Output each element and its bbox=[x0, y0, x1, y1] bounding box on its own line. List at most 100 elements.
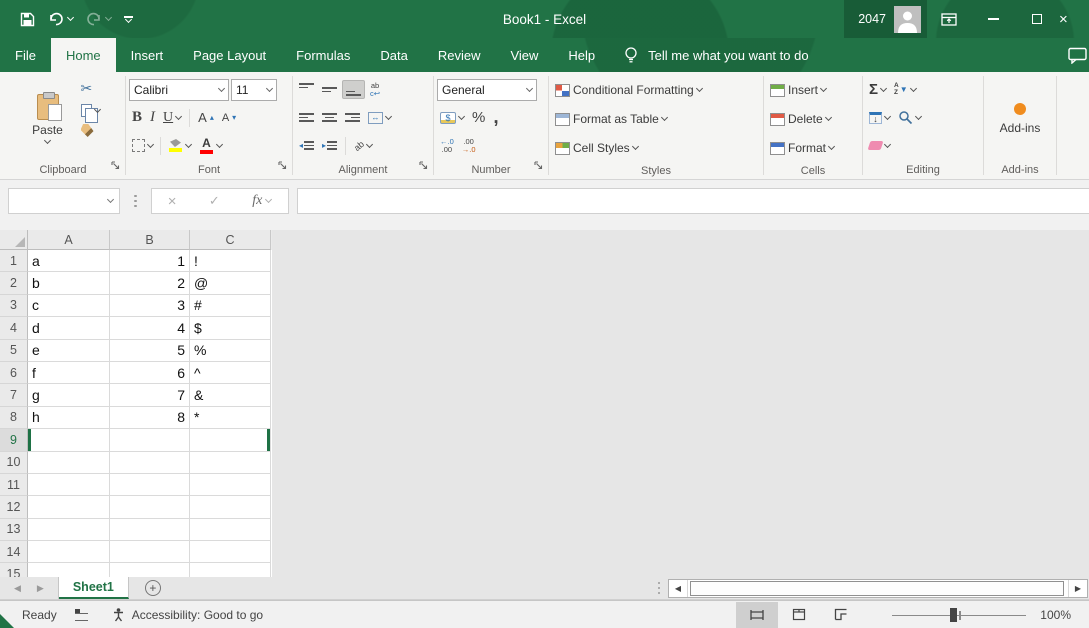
copy-button[interactable] bbox=[78, 102, 103, 119]
conditional-formatting-button[interactable]: Conditional Formatting bbox=[552, 81, 705, 99]
row-header[interactable]: 13 bbox=[0, 519, 28, 541]
zoom-level[interactable]: 100% bbox=[1040, 608, 1071, 622]
view-normal-button[interactable] bbox=[736, 602, 778, 628]
decrease-font-size-button[interactable]: A▾ bbox=[219, 110, 239, 126]
tab-review[interactable]: Review bbox=[423, 38, 496, 72]
account-badge[interactable]: 2047 bbox=[844, 0, 927, 38]
bottom-align-button[interactable] bbox=[342, 80, 365, 99]
grid-cell[interactable]: g bbox=[28, 384, 110, 406]
row-header[interactable]: 1 bbox=[0, 250, 28, 272]
increase-decimal-button[interactable]: ←.0.00 bbox=[437, 136, 457, 155]
grid-cell[interactable]: % bbox=[190, 340, 271, 362]
row-header[interactable]: 12 bbox=[0, 496, 28, 518]
ribbon-display-options-icon[interactable] bbox=[927, 0, 971, 38]
number-dialog-launcher-icon[interactable] bbox=[534, 157, 543, 175]
sheet-nav-left-icon[interactable]: ◀ bbox=[14, 583, 21, 594]
row-header[interactable]: 3 bbox=[0, 295, 28, 317]
minimize-button[interactable] bbox=[971, 0, 1015, 38]
grid-cell[interactable]: c bbox=[28, 295, 110, 317]
merge-center-button[interactable]: ↔ bbox=[365, 110, 394, 126]
font-color-button[interactable]: A bbox=[196, 136, 225, 156]
save-icon[interactable] bbox=[20, 12, 35, 27]
grid-cell[interactable] bbox=[28, 474, 110, 496]
new-sheet-button[interactable]: + bbox=[145, 580, 161, 596]
horizontal-scrollbar[interactable]: ◀ ▶ bbox=[668, 579, 1088, 598]
clipboard-dialog-launcher-icon[interactable] bbox=[111, 157, 120, 175]
formula-input[interactable] bbox=[297, 188, 1089, 214]
sheet-nav-right-icon[interactable]: ▶ bbox=[37, 583, 44, 594]
column-header-c[interactable]: C bbox=[190, 230, 271, 250]
grid-cell[interactable]: e bbox=[28, 340, 110, 362]
view-page-layout-button[interactable] bbox=[778, 602, 820, 628]
autosum-button[interactable]: Σ bbox=[866, 79, 889, 100]
grid-cell[interactable]: 4 bbox=[110, 317, 190, 339]
tab-help[interactable]: Help bbox=[553, 38, 610, 72]
grid-cell[interactable] bbox=[190, 496, 271, 518]
grid-cell[interactable]: 2 bbox=[110, 272, 190, 294]
grid-cell[interactable] bbox=[190, 474, 271, 496]
accessibility-status[interactable]: Accessibility: Good to go bbox=[111, 607, 263, 622]
grid-cell[interactable]: # bbox=[190, 295, 271, 317]
decrease-decimal-button[interactable]: .00→.0 bbox=[459, 136, 479, 155]
font-family-combobox[interactable]: Calibri bbox=[129, 79, 229, 101]
grid-cell[interactable] bbox=[28, 541, 110, 563]
comma-style-button[interactable]: , bbox=[490, 111, 501, 125]
addins-button[interactable]: Add-ins bbox=[989, 76, 1051, 161]
italic-button[interactable]: I bbox=[147, 107, 158, 128]
row-header[interactable]: 10 bbox=[0, 452, 28, 474]
fill-color-button[interactable] bbox=[165, 137, 194, 154]
grid-cell[interactable] bbox=[28, 519, 110, 541]
zoom-slider[interactable] bbox=[892, 602, 1026, 628]
align-center-button[interactable] bbox=[319, 109, 340, 126]
sheet-tab-sheet1[interactable]: Sheet1 bbox=[59, 577, 129, 599]
grid-cell[interactable]: 8 bbox=[110, 407, 190, 429]
grid-cell[interactable] bbox=[28, 563, 110, 577]
column-header-a[interactable]: A bbox=[28, 230, 110, 250]
grid-cell[interactable] bbox=[110, 496, 190, 518]
row-header[interactable]: 9 bbox=[0, 429, 28, 451]
maximize-button[interactable] bbox=[1015, 0, 1059, 38]
grid-cell[interactable]: d bbox=[28, 317, 110, 339]
cancel-icon[interactable]: × bbox=[168, 193, 177, 210]
wrap-text-button[interactable]: abc↩ bbox=[367, 80, 383, 99]
alignment-dialog-launcher-icon[interactable] bbox=[419, 157, 428, 175]
font-dialog-launcher-icon[interactable] bbox=[278, 157, 287, 175]
select-all-button[interactable] bbox=[0, 230, 28, 250]
tab-view[interactable]: View bbox=[495, 38, 553, 72]
undo-dropdown-icon[interactable] bbox=[67, 14, 74, 21]
grid-cell[interactable]: b bbox=[28, 272, 110, 294]
row-header[interactable]: 11 bbox=[0, 474, 28, 496]
grid-cell[interactable] bbox=[110, 563, 190, 577]
grid-cell[interactable] bbox=[28, 496, 110, 518]
avatar[interactable] bbox=[894, 6, 921, 33]
row-header[interactable]: 14 bbox=[0, 541, 28, 563]
grid-cell[interactable] bbox=[190, 541, 271, 563]
orientation-button[interactable]: ab bbox=[351, 139, 375, 153]
macro-record-icon[interactable] bbox=[75, 609, 89, 621]
paste-button[interactable]: Paste bbox=[24, 76, 72, 161]
tab-data[interactable]: Data bbox=[365, 38, 422, 72]
top-align-button[interactable] bbox=[296, 81, 317, 98]
grid-cell[interactable]: 1 bbox=[110, 250, 190, 272]
grid-cell[interactable]: * bbox=[190, 407, 271, 429]
grid-cell[interactable]: ^ bbox=[190, 362, 271, 384]
find-select-button[interactable] bbox=[895, 108, 924, 127]
format-as-table-button[interactable]: Format as Table bbox=[552, 110, 670, 128]
view-page-break-button[interactable] bbox=[820, 602, 862, 628]
grid-cell[interactable]: ! bbox=[190, 250, 271, 272]
number-format-combobox[interactable]: General bbox=[437, 79, 537, 101]
tab-page-layout[interactable]: Page Layout bbox=[178, 38, 281, 72]
tab-insert[interactable]: Insert bbox=[116, 38, 179, 72]
grid-cell[interactable]: h bbox=[28, 407, 110, 429]
align-left-button[interactable] bbox=[296, 109, 317, 126]
decrease-indent-button[interactable]: ◂ bbox=[296, 137, 317, 154]
cut-button[interactable]: ✂ bbox=[78, 78, 103, 99]
sort-filter-button[interactable]: AZ▼ bbox=[891, 81, 919, 98]
delete-cells-button[interactable]: Delete bbox=[767, 110, 834, 128]
increase-indent-button[interactable]: ▸ bbox=[319, 137, 340, 154]
grid-cell[interactable] bbox=[190, 563, 271, 577]
grid-cell[interactable]: 6 bbox=[110, 362, 190, 384]
bold-button[interactable]: B bbox=[129, 107, 145, 128]
tab-home[interactable]: Home bbox=[51, 38, 116, 72]
scroll-left-icon[interactable]: ◀ bbox=[669, 580, 688, 597]
